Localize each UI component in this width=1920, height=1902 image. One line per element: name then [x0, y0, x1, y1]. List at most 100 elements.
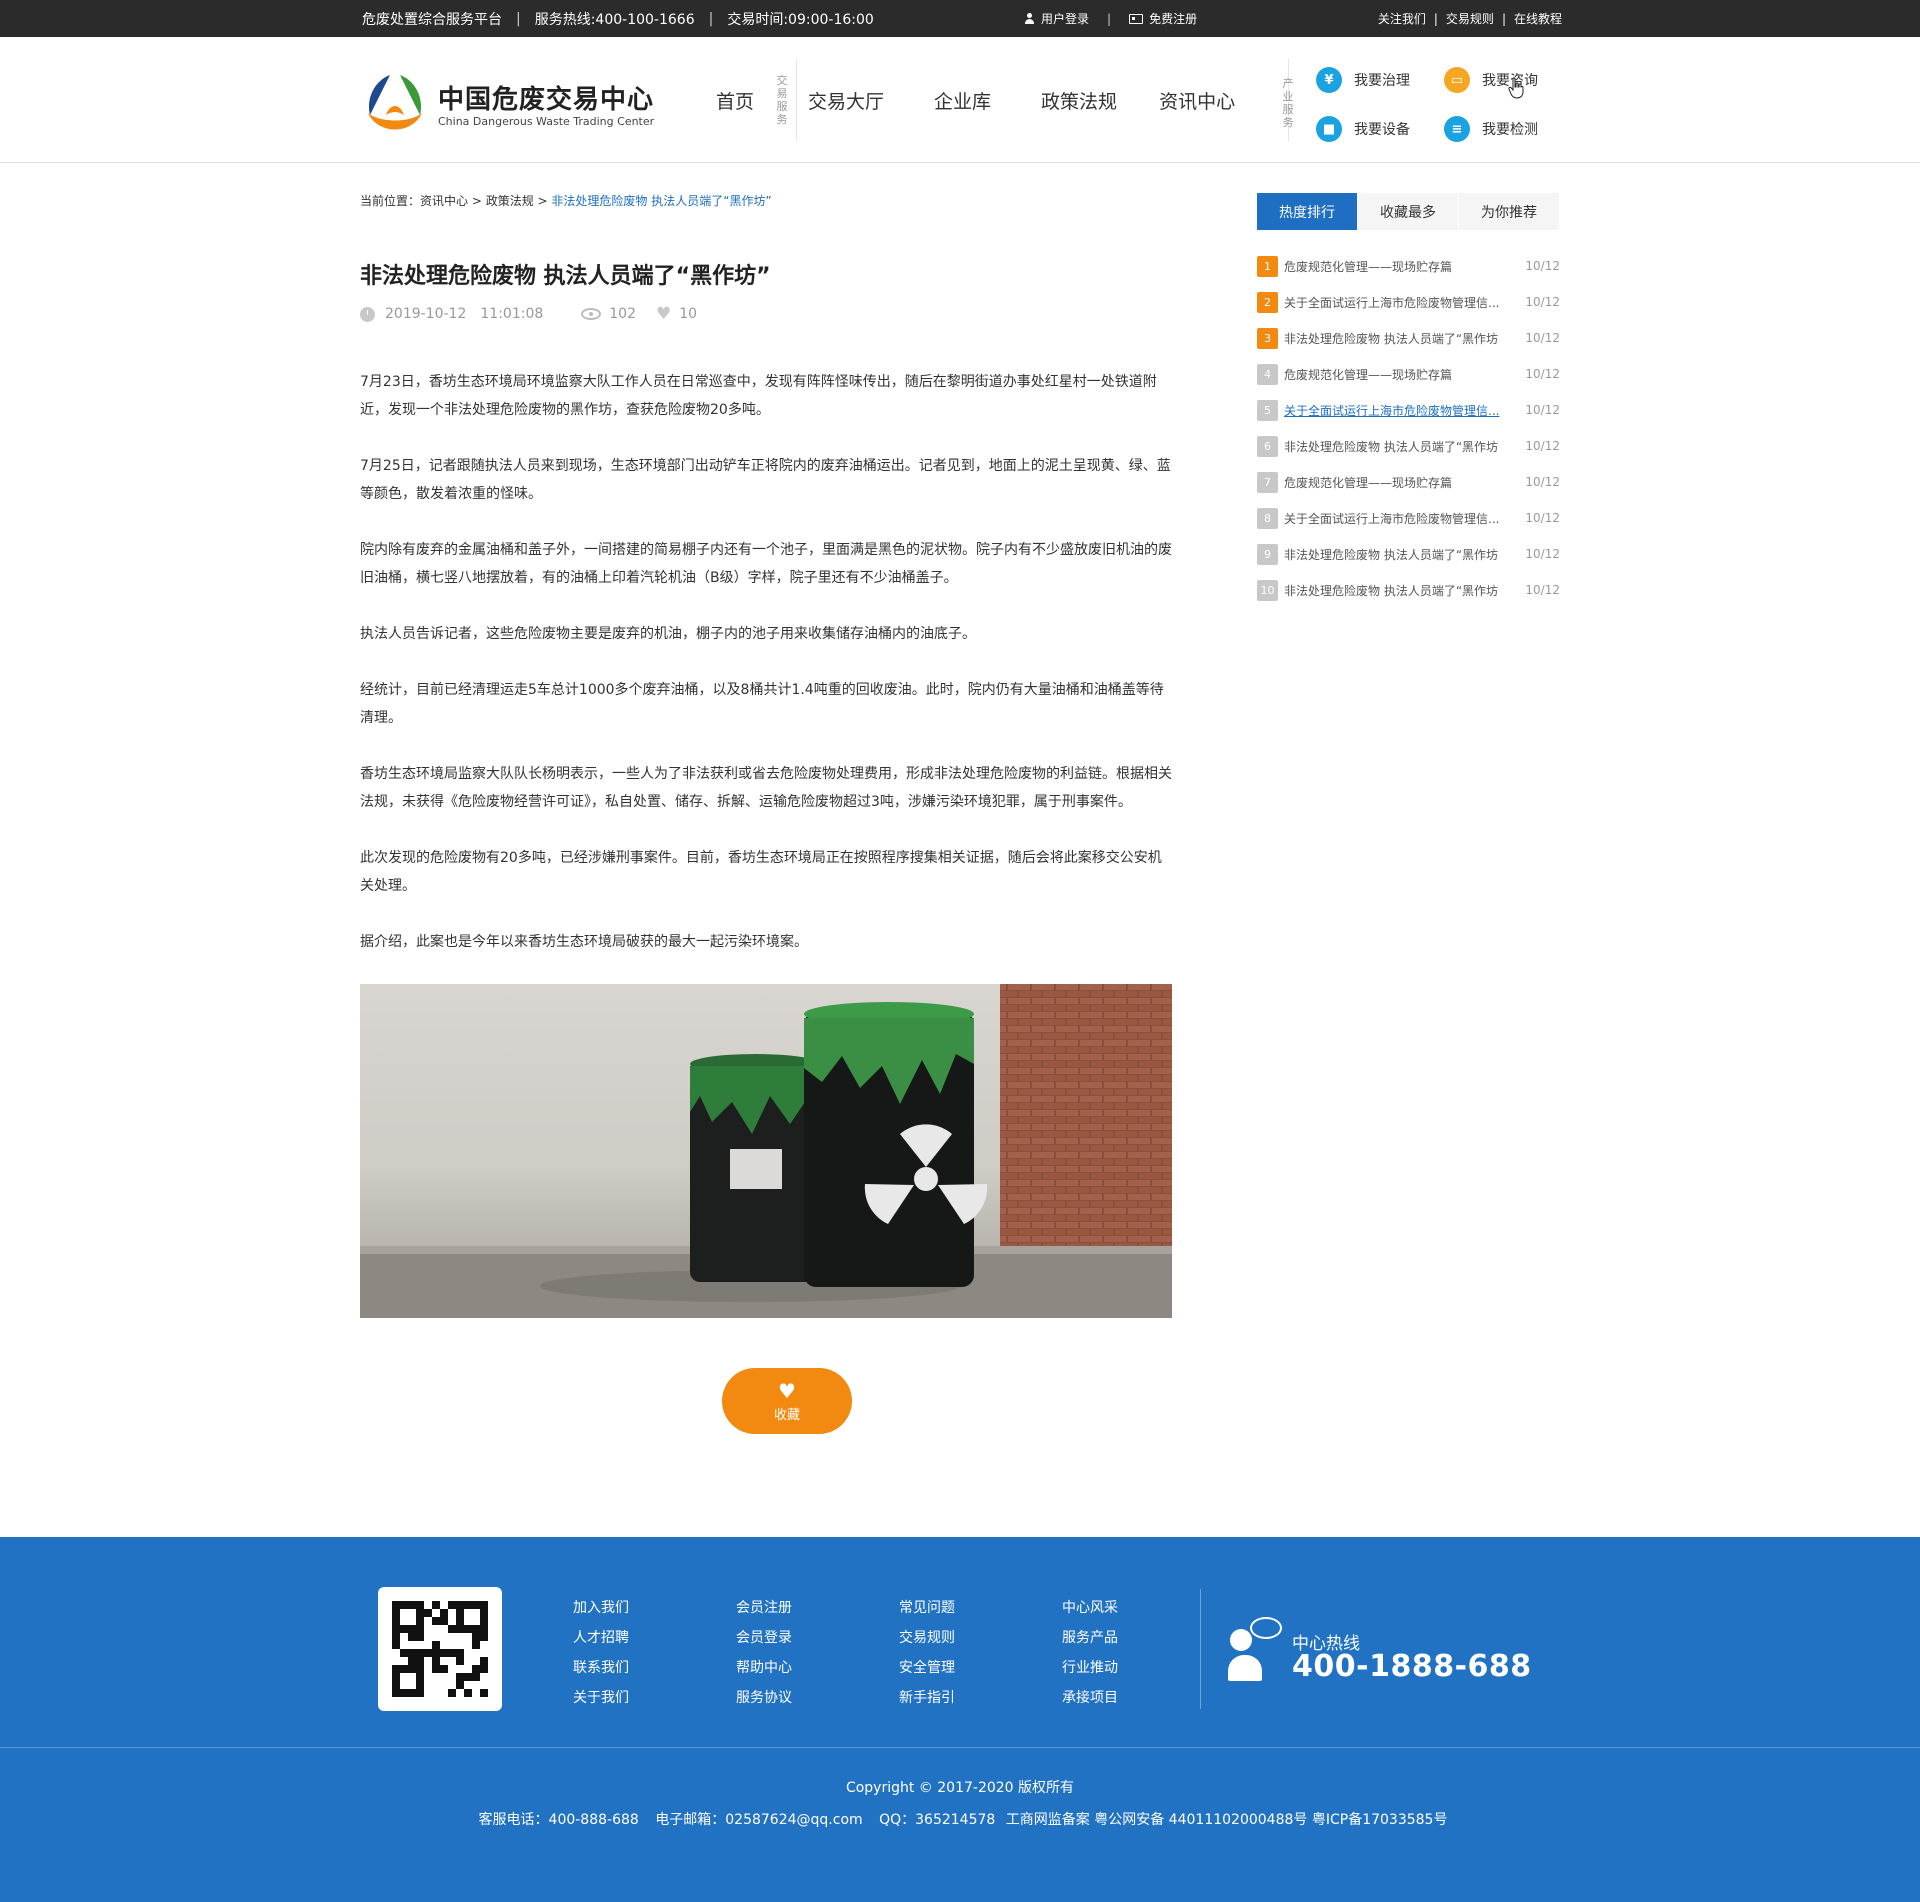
- nav-home[interactable]: 首页: [716, 87, 754, 114]
- trading-rules-link[interactable]: 交易规则: [1446, 10, 1494, 27]
- online-tutorial-link[interactable]: 在线教程: [1514, 10, 1562, 27]
- ranking-list: 1 危废规范化管理——现场贮存篇 10/12 2 关于全面试运行上海市危险废物管理信.…: [1257, 248, 1560, 608]
- heart-icon: ♥: [656, 304, 672, 324]
- rank-title[interactable]: 关于全面试运行上海市危险废物管理信...: [1284, 402, 1520, 419]
- list-item[interactable]: 4 危废规范化管理——现场贮存篇 10/12: [1257, 356, 1560, 392]
- qq: QQ：365214578: [879, 1812, 996, 1828]
- footer-column: 加入我们 人才招聘 联系我们 关于我们: [573, 1593, 736, 1713]
- rank-badge: 9: [1257, 543, 1278, 565]
- list-item[interactable]: 3 非法处理危险废物 执法人员端了“黑作坊 10/12: [1257, 320, 1560, 356]
- list-item[interactable]: 8 关于全面试运行上海市危险废物管理信... 10/12: [1257, 500, 1560, 536]
- rank-date: 10/12: [1525, 475, 1560, 489]
- breadcrumb-prefix: 当前位置：: [360, 194, 421, 208]
- footer-link[interactable]: 中心风采: [1062, 1600, 1118, 1616]
- icp-filing-link[interactable]: 粤ICP备17033585号: [1312, 1812, 1448, 1828]
- service-phone: 客服电话：400-888-688: [478, 1812, 639, 1828]
- footer-link[interactable]: 关于我们: [573, 1690, 629, 1706]
- rank-badge: 2: [1257, 291, 1278, 313]
- business-filing-link[interactable]: 工商网监备案: [1006, 1812, 1090, 1828]
- list-icon: ≡: [1444, 116, 1470, 142]
- separator: |: [1433, 11, 1438, 26]
- login-link[interactable]: 用户登录: [1024, 10, 1089, 27]
- list-item[interactable]: 1 危废规范化管理——现场贮存篇 10/12: [1257, 248, 1560, 284]
- rank-title[interactable]: 非法处理危险废物 执法人员端了“黑作坊: [1284, 582, 1520, 599]
- register-link[interactable]: 免费注册: [1129, 10, 1197, 27]
- tab-most-favorited[interactable]: 收藏最多: [1358, 193, 1459, 230]
- truck-icon: ■: [1316, 116, 1342, 142]
- footer-link[interactable]: 行业推动: [1062, 1660, 1118, 1676]
- rank-badge: 6: [1257, 435, 1278, 457]
- footer-link[interactable]: 人才招聘: [573, 1630, 629, 1646]
- trading-hours: 交易时间:09:00-16:00: [727, 11, 874, 28]
- article-date: 2019-10-12: [385, 306, 467, 322]
- breadcrumb-policies[interactable]: 政策法规: [486, 194, 534, 208]
- footer-link[interactable]: 联系我们: [573, 1660, 629, 1676]
- footer-link[interactable]: 帮助中心: [736, 1660, 792, 1676]
- trade-services-label: 交易服务: [776, 74, 788, 126]
- police-filing-link[interactable]: 粤公网安备 44011102000488号: [1094, 1812, 1307, 1828]
- service-equipment-button[interactable]: ■ 我要设备: [1316, 116, 1410, 142]
- rank-title[interactable]: 危废规范化管理——现场贮存篇: [1284, 366, 1520, 383]
- tab-hot-ranking[interactable]: 热度排行: [1257, 193, 1358, 230]
- rank-title[interactable]: 非法处理危险废物 执法人员端了“黑作坊: [1284, 546, 1520, 563]
- logo-text-en: China Dangerous Waste Trading Center: [438, 115, 655, 128]
- hand-cursor-icon: [1508, 77, 1524, 99]
- list-item[interactable]: 2 关于全面试运行上海市危险废物管理信... 10/12: [1257, 284, 1560, 320]
- rank-date: 10/12: [1525, 295, 1560, 309]
- list-item[interactable]: 6 非法处理危险废物 执法人员端了“黑作坊 10/12: [1257, 428, 1560, 464]
- rank-date: 10/12: [1525, 583, 1560, 597]
- footer-link[interactable]: 安全管理: [899, 1660, 955, 1676]
- view-count: 102: [609, 306, 636, 322]
- service-treatment-button[interactable]: ¥ 我要治理: [1316, 67, 1410, 93]
- footer-link[interactable]: 服务产品: [1062, 1630, 1118, 1646]
- copyright: Copyright © 2017-2020 版权所有: [845, 1780, 1075, 1796]
- hotline-number: 400-1888-688: [1292, 1649, 1532, 1684]
- logo-text-cn: 中国危废交易中心: [438, 85, 655, 115]
- list-item[interactable]: 10 非法处理危险废物 执法人员端了“黑作坊 10/12: [1257, 572, 1560, 608]
- logo-emblem-icon: [368, 75, 422, 130]
- rank-title[interactable]: 危废规范化管理——现场贮存篇: [1284, 474, 1520, 491]
- rank-title[interactable]: 非法处理危险废物 执法人员端了“黑作坊: [1284, 330, 1520, 347]
- main-nav: 首页 交易服务 交易大厅 企业库 政策法规 资讯中心: [716, 37, 1235, 163]
- nav-trading-hall[interactable]: 交易大厅: [808, 87, 884, 114]
- nav-policies[interactable]: 政策法规: [1041, 87, 1117, 114]
- list-item[interactable]: 7 危废规范化管理——现场贮存篇 10/12: [1257, 464, 1560, 500]
- list-item[interactable]: 9 非法处理危险废物 执法人员端了“黑作坊 10/12: [1257, 536, 1560, 572]
- footer-info: 客服电话：400-888-688 电子邮箱：02587624@qq.com QQ…: [0, 1809, 1920, 1829]
- breadcrumb-news-center[interactable]: 资讯中心: [420, 194, 468, 208]
- breadcrumb-separator: >: [533, 194, 552, 208]
- article-paragraph: 执法人员告诉记者，这些危险废物主要是废弃的机油，棚子内的池子用来收集储存油桶内的…: [360, 626, 976, 642]
- follow-us-link[interactable]: 关注我们: [1378, 10, 1426, 27]
- nav-news-center[interactable]: 资讯中心: [1159, 87, 1235, 114]
- footer-link[interactable]: 常见问题: [899, 1600, 955, 1616]
- footer-link[interactable]: 加入我们: [573, 1600, 629, 1616]
- service-testing-button[interactable]: ≡ 我要检测: [1444, 116, 1538, 142]
- tab-recommended[interactable]: 为你推荐: [1459, 193, 1560, 230]
- list-item[interactable]: 5 关于全面试运行上海市危险废物管理信... 10/12: [1257, 392, 1560, 428]
- qr-code-icon: [392, 1601, 488, 1697]
- rank-title[interactable]: 非法处理危险废物 执法人员端了“黑作坊: [1284, 438, 1520, 455]
- rank-title[interactable]: 危废规范化管理——现场贮存篇: [1284, 258, 1520, 275]
- site-logo[interactable]: 中国危废交易中心 China Dangerous Waste Trading C…: [360, 69, 660, 139]
- footer-link[interactable]: 会员登录: [736, 1630, 792, 1646]
- rank-date: 10/12: [1525, 331, 1560, 345]
- separator: |: [1107, 11, 1112, 26]
- divider: [1200, 1589, 1201, 1709]
- nav-enterprise-library[interactable]: 企业库: [934, 87, 991, 114]
- top-bar: 危废处置综合服务平台 | 服务热线:400-100-1666 | 交易时间:09…: [0, 0, 1920, 37]
- rank-title[interactable]: 关于全面试运行上海市危险废物管理信...: [1284, 294, 1520, 311]
- site-footer: 加入我们 人才招聘 联系我们 关于我们 会员注册 会员登录 帮助中心 服务协议 …: [0, 1537, 1920, 1902]
- divider: [796, 59, 797, 141]
- separator: |: [708, 10, 714, 27]
- rank-badge: 7: [1257, 471, 1278, 493]
- footer-link[interactable]: 会员注册: [736, 1600, 792, 1616]
- footer-link[interactable]: 交易规则: [899, 1630, 955, 1646]
- footer-link[interactable]: 承接项目: [1062, 1690, 1118, 1706]
- rank-title[interactable]: 关于全面试运行上海市危险废物管理信...: [1284, 510, 1520, 527]
- favorite-button[interactable]: ♥ 收藏: [722, 1368, 852, 1434]
- footer-link[interactable]: 新手指引: [899, 1690, 955, 1706]
- article-paragraph: 此次发现的危险废物有20多吨，已经涉嫌刑事案件。目前，香坊生态环境局正在按照程序…: [360, 850, 1162, 894]
- site-header: 中国危废交易中心 China Dangerous Waste Trading C…: [0, 37, 1920, 163]
- footer-link[interactable]: 服务协议: [736, 1690, 792, 1706]
- breadcrumb: 当前位置：资讯中心 > 政策法规 > 非法处理危险废物 执法人员端了“黑作坊”: [360, 192, 772, 209]
